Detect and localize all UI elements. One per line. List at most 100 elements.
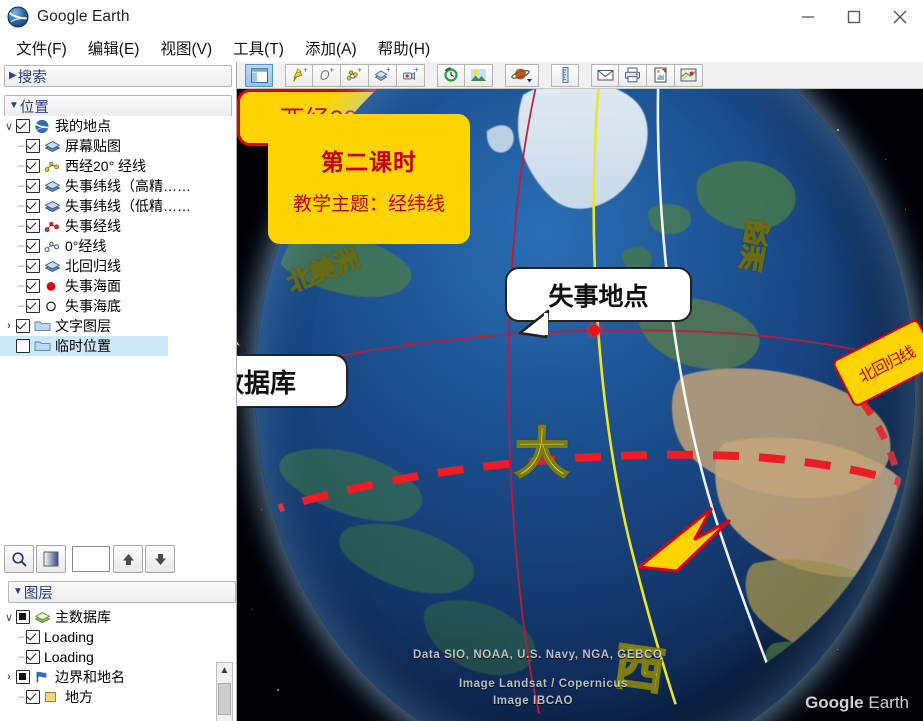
minimize-icon[interactable] <box>785 0 831 33</box>
map-viewport[interactable]: 北美洲 欧洲 大 西 第二课时 教学主题：经纬线 失事地点 数据库 西经20° … <box>237 89 923 721</box>
layers-tree-row[interactable]: › 边界和地名 <box>0 667 236 687</box>
svg-text:+: + <box>414 66 419 74</box>
layers-scrollbar[interactable]: ▲ ▼ <box>216 662 233 721</box>
scrollbar-thumb[interactable] <box>218 683 231 715</box>
row-checkbox[interactable] <box>26 279 40 293</box>
record-tour-button[interactable]: + <box>397 63 425 87</box>
menu-edit[interactable]: 编辑(E) <box>80 35 148 61</box>
twisty-expanded-icon[interactable]: ∨ <box>2 120 16 133</box>
move-up-button[interactable] <box>113 545 143 573</box>
add-placemark-button[interactable]: + <box>285 63 313 87</box>
places-tree-row[interactable]: – 失事海底 <box>0 296 236 316</box>
places-tree-row[interactable]: – 失事经线 <box>0 216 236 236</box>
layers-tree-row[interactable]: – Loading <box>0 647 236 667</box>
google-earth-watermark: Google Earth <box>805 693 909 713</box>
row-checkbox[interactable] <box>16 339 30 353</box>
historical-imagery-button[interactable] <box>437 63 465 87</box>
add-polygon-button[interactable]: + <box>313 63 341 87</box>
toolbar-group-sidebar <box>245 63 273 87</box>
row-checkbox[interactable] <box>26 159 40 173</box>
row-checkbox[interactable] <box>16 319 30 333</box>
star <box>251 609 253 611</box>
lesson-title-card: 第二课时 教学主题：经纬线 <box>268 114 470 244</box>
email-button[interactable] <box>591 63 619 87</box>
places-tree-row[interactable]: – 0°经线 <box>0 236 236 256</box>
chevron-right-icon: ▶ <box>9 70 17 81</box>
row-checkbox[interactable] <box>16 119 30 133</box>
menu-help[interactable]: 帮助(H) <box>370 35 439 61</box>
sidebar: ▶ 搜索 ▼ 位置 ∨ 我的地点 – 屏幕贴图 – 西经20° 经线 – 失事纬线（高精…… –… <box>0 62 237 721</box>
twisty-expanded-icon[interactable]: ∨ <box>2 611 16 624</box>
search-places-button[interactable] <box>4 545 34 573</box>
places-tree-row[interactable]: – 失事海面 <box>0 276 236 296</box>
add-path-button[interactable]: + <box>341 63 369 87</box>
row-checkbox[interactable] <box>26 690 40 704</box>
places-tree[interactable]: ∨ 我的地点 – 屏幕贴图 – 西经20° 经线 – 失事纬线（高精…… – 失事纬线（低精…… –… <box>0 116 236 546</box>
places-tree-row[interactable]: ∨ 我的地点 <box>0 116 236 136</box>
row-checkbox[interactable] <box>26 219 40 233</box>
places-panel-header[interactable]: ▼ 位置 <box>4 95 232 117</box>
places-tree-row-label: 屏幕贴图 <box>65 138 121 154</box>
layers-tree-row[interactable]: – 地方 <box>0 687 236 707</box>
row-checkbox[interactable] <box>26 299 40 313</box>
opacity-value-input[interactable] <box>72 546 110 572</box>
search-panel-label: 搜索 <box>17 69 47 86</box>
menu-add[interactable]: 添加(A) <box>297 35 365 61</box>
folder-icon <box>34 339 51 354</box>
menu-file[interactable]: 文件(F) <box>8 35 75 61</box>
layers-tree-row-label: 主数据库 <box>55 609 111 625</box>
toolbar-group-ruler <box>551 63 579 87</box>
opacity-slider-button[interactable] <box>36 545 66 573</box>
places-tree-row[interactable]: – 北回归线 <box>0 256 236 276</box>
main-toolbar: + + + + + <box>237 62 923 89</box>
layers-tree-row-label: 地方 <box>65 689 93 705</box>
row-checkbox[interactable] <box>26 239 40 253</box>
row-checkbox[interactable] <box>16 610 30 624</box>
tree-branch-line: – <box>17 631 25 643</box>
layers-tree-row[interactable]: – Loading <box>0 627 236 647</box>
places-tree-row[interactable]: – 西经20° 经线 <box>0 156 236 176</box>
places-tree-row[interactable]: 临时位置 <box>0 336 168 356</box>
layers-tree-row[interactable]: ∨ 主数据库 <box>0 607 236 627</box>
places-tree-row-label: 失事海面 <box>65 278 121 294</box>
switch-planet-button[interactable] <box>505 63 539 87</box>
twisty-collapsed-icon[interactable]: › <box>2 320 16 332</box>
move-down-button[interactable] <box>145 545 175 573</box>
places-tree-row[interactable]: › 文字图层 <box>0 316 236 336</box>
sunlight-button[interactable] <box>465 63 493 87</box>
save-image-button[interactable] <box>647 63 675 87</box>
toggle-sidebar-button[interactable] <box>245 63 273 87</box>
layers-tree[interactable]: ∨ 主数据库 – Loading – Loading › 边界和地名 – 地方 <box>0 607 236 721</box>
ruler-button[interactable] <box>551 63 579 87</box>
menu-tools[interactable]: 工具(T) <box>225 35 292 61</box>
tree-branch-line: – <box>17 240 25 252</box>
overlay-layers-icon <box>44 259 61 274</box>
row-checkbox[interactable] <box>16 670 30 684</box>
row-checkbox[interactable] <box>26 199 40 213</box>
close-icon[interactable] <box>877 0 923 33</box>
view-in-maps-button[interactable] <box>675 63 703 87</box>
places-tree-row-label: 文字图层 <box>55 318 111 334</box>
chevron-up-icon[interactable]: ▲ <box>217 663 232 678</box>
places-tree-row[interactable]: – 失事纬线（低精…… <box>0 196 236 216</box>
places-tree-row[interactable]: – 失事纬线（高精…… <box>0 176 236 196</box>
row-checkbox[interactable] <box>26 179 40 193</box>
add-image-overlay-button[interactable]: + <box>369 63 397 87</box>
callout-database-pointer <box>237 337 247 353</box>
places-tree-row[interactable]: – 屏幕贴图 <box>0 136 236 156</box>
crash-site-marker[interactable] <box>589 325 600 336</box>
maximize-icon[interactable] <box>831 0 877 33</box>
search-panel-header[interactable]: ▶ 搜索 <box>4 65 232 87</box>
globe-icon <box>34 119 51 134</box>
menu-view[interactable]: 视图(V) <box>152 35 220 61</box>
layers-panel-header[interactable]: ▼ 图层 <box>8 581 236 603</box>
overlay-layers-icon <box>44 139 61 154</box>
twisty-collapsed-icon[interactable]: › <box>2 671 16 683</box>
row-checkbox[interactable] <box>26 630 40 644</box>
print-button[interactable] <box>619 63 647 87</box>
row-checkbox[interactable] <box>26 650 40 664</box>
blue-flag-icon <box>34 670 51 685</box>
row-checkbox[interactable] <box>26 139 40 153</box>
row-checkbox[interactable] <box>26 259 40 273</box>
crash-meridian <box>507 89 552 717</box>
